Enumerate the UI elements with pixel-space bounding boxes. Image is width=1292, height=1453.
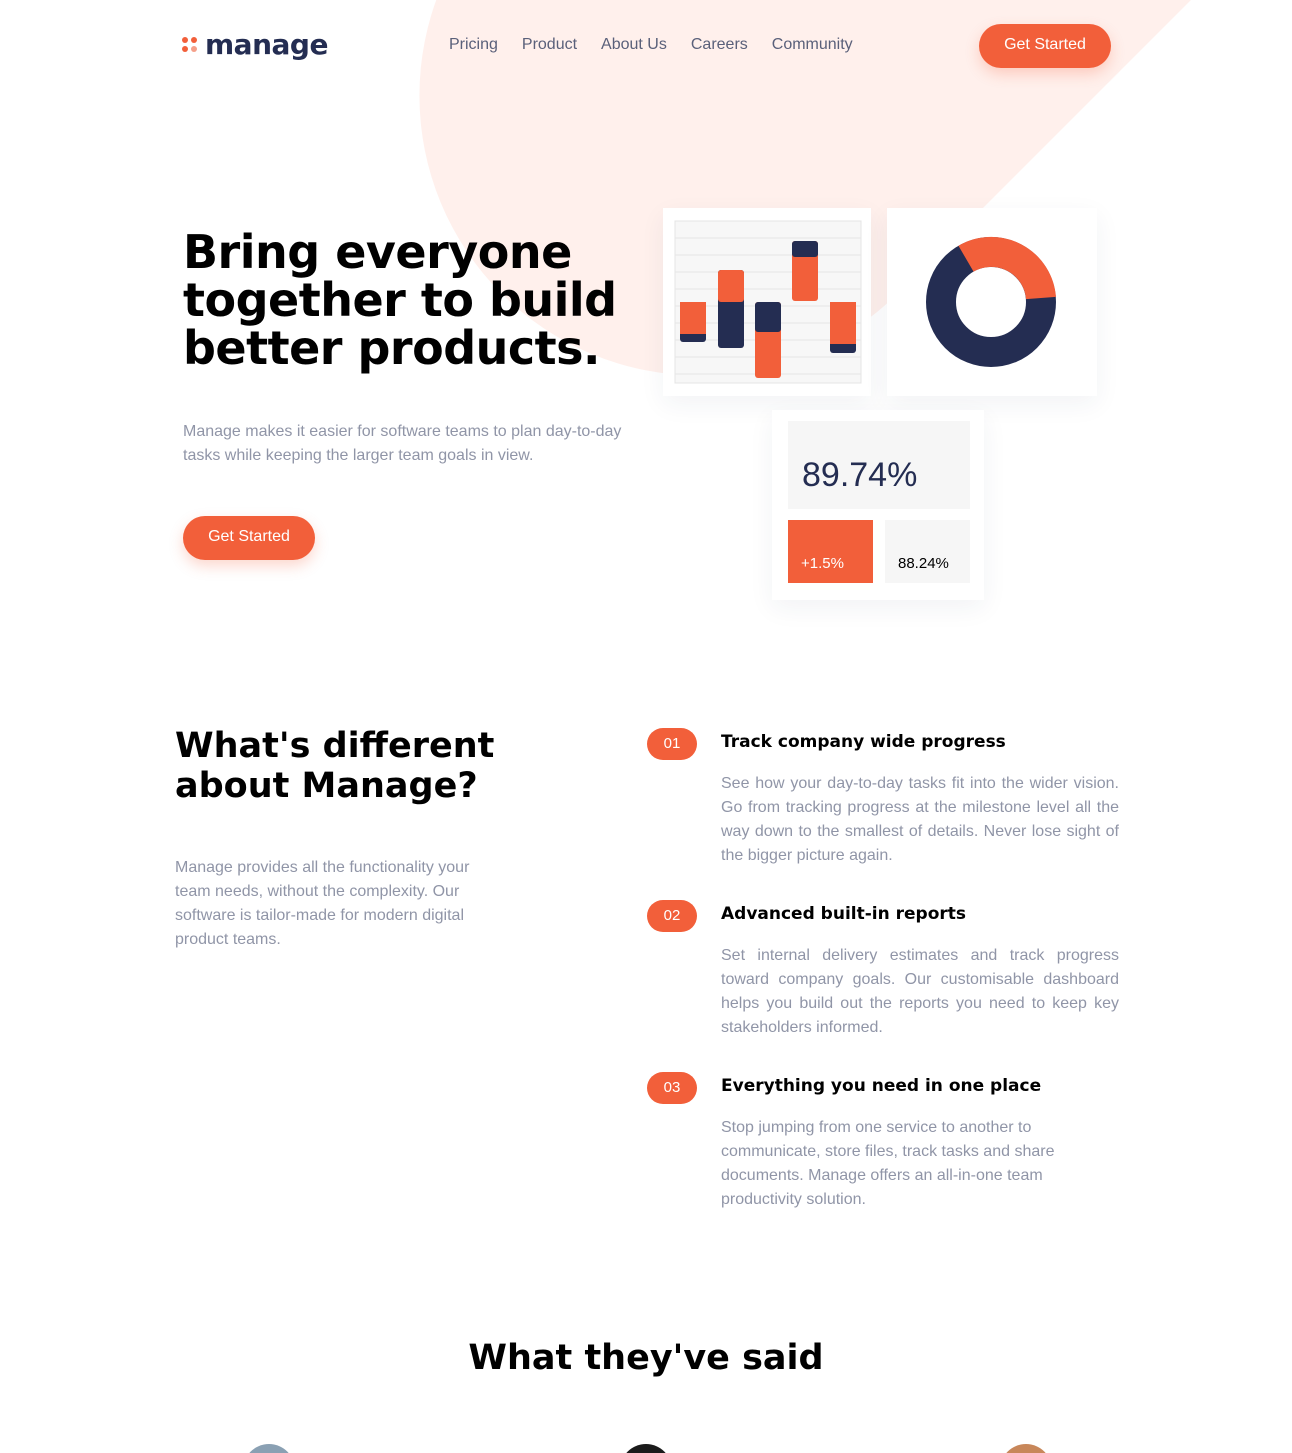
- difference-text: Manage provides all the functionality yo…: [175, 859, 470, 948]
- delta-stat-value: +1.5%: [801, 555, 844, 572]
- hero-text: Manage makes it easier for software team…: [183, 423, 622, 464]
- site-header: manage Pricing Product About Us Careers …: [0, 0, 1292, 92]
- testimonial-avatar: [1000, 1444, 1052, 1453]
- hero-get-started-button[interactable]: Get Started: [183, 516, 315, 560]
- delta-stat-tile: [788, 520, 873, 583]
- header-get-started-button[interactable]: Get Started: [979, 24, 1111, 68]
- main-stat-value: 89.74%: [802, 456, 918, 494]
- secondary-stat-value: 88.24%: [898, 555, 949, 572]
- main-nav: Pricing Product About Us Careers Communi…: [449, 36, 853, 54]
- feature-title: Advanced built-in reports: [721, 904, 967, 924]
- feature-number-badge: 01: [647, 728, 697, 760]
- bar-chart-icon: [674, 220, 862, 384]
- logo-text: manage: [205, 28, 328, 61]
- feature-number-badge: 03: [647, 1072, 697, 1104]
- nav-item-pricing[interactable]: Pricing: [449, 36, 498, 54]
- feature-description: Set internal delivery estimates and trac…: [721, 947, 1119, 1036]
- secondary-stat-tile: [885, 520, 970, 583]
- donut-chart-icon: [926, 236, 1056, 367]
- nav-item-community[interactable]: Community: [772, 36, 853, 54]
- bar-chart-card: [663, 208, 871, 396]
- nav-item-careers[interactable]: Careers: [691, 36, 748, 54]
- testimonial-avatar: [620, 1444, 672, 1453]
- testimonial-avatar: [243, 1444, 295, 1453]
- feature-title: Track company wide progress: [721, 732, 1006, 752]
- feature-title: Everything you need in one place: [721, 1076, 1042, 1096]
- feature-number-badge: 02: [647, 900, 697, 932]
- donut-chart-card: [887, 208, 1097, 396]
- hero-title: Bring everyone together to build better …: [183, 225, 617, 375]
- logo-dots-icon: [182, 37, 197, 52]
- logo[interactable]: manage: [182, 28, 328, 61]
- difference-title: What's different about Manage?: [175, 726, 495, 806]
- feature-description: See how your day-to-day tasks fit into t…: [721, 775, 1119, 864]
- nav-item-about-us[interactable]: About Us: [601, 36, 667, 54]
- testimonials-title: What they've said: [468, 1338, 824, 1378]
- nav-item-product[interactable]: Product: [522, 36, 577, 54]
- feature-description: Stop jumping from one service to another…: [721, 1119, 1055, 1208]
